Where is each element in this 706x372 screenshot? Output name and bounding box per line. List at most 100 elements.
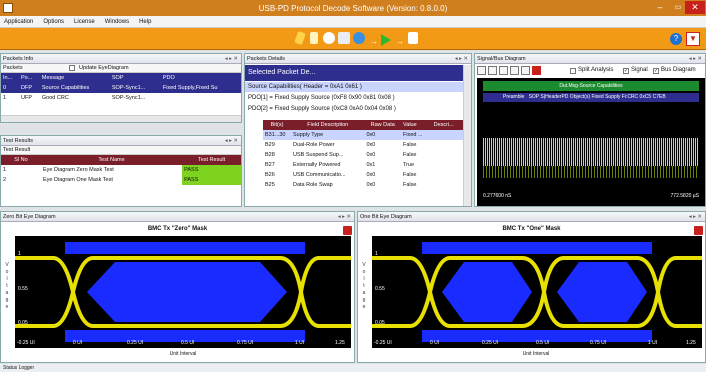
col-raw[interactable]: Raw Data	[364, 120, 401, 130]
test-results-title: Test Results	[3, 138, 33, 144]
col-test-name[interactable]: Test Name	[41, 155, 183, 165]
camera-icon[interactable]	[343, 226, 352, 235]
table-row[interactable]: 1 Eye Diagram Zero Mask Test PASS	[1, 165, 241, 175]
col-sl-no[interactable]: Sl No	[1, 155, 41, 165]
capture-icon[interactable]	[338, 32, 350, 44]
cell	[432, 140, 463, 150]
col-value[interactable]: Value	[401, 120, 432, 130]
menu-help[interactable]: Help	[139, 19, 151, 25]
x-tick: 1.25	[335, 340, 345, 346]
bus-field-preamble: Preamble	[503, 94, 525, 100]
split-analysis-checkbox[interactable]	[570, 68, 576, 74]
report-icon[interactable]	[408, 32, 418, 44]
menu-options[interactable]: Options	[43, 19, 64, 25]
cell: Good CRC	[41, 95, 69, 101]
y-axis-label: Voltage	[362, 262, 366, 310]
signal-checkbox[interactable]: ✓	[623, 68, 629, 74]
table-row[interactable]: B29 Dual-Role Power 0x0 False	[263, 140, 463, 150]
cell: Fixed ...	[403, 132, 423, 138]
settings-icon[interactable]	[323, 32, 335, 44]
dropdown-icon[interactable]: ▼	[686, 32, 700, 46]
table-row[interactable]: B31...30 Supply Type 0x0 Fixed ...	[263, 130, 463, 140]
menu-windows[interactable]: Windows	[105, 19, 129, 25]
tree-node-pdo1[interactable]: PDO[1] = Fixed Supply Source (0xF8 0x90 …	[245, 93, 463, 103]
bus-field-payload: SOP S|HeaderPD Object(s) Fixed Supply Fi…	[528, 94, 666, 100]
y-tick: 1	[18, 251, 21, 257]
time-end: 772.5820 µS	[670, 193, 699, 199]
camera-icon[interactable]	[694, 226, 703, 235]
probe-icon[interactable]	[294, 30, 306, 46]
packets-details-title: Packets Details	[247, 56, 285, 62]
cell	[432, 160, 463, 170]
signal-plot[interactable]: Dut.Msg-Source Capabilities Preamble SOP…	[477, 78, 705, 206]
minimize-button[interactable]: –	[650, 1, 670, 14]
col-pdo[interactable]: PDO	[160, 73, 241, 83]
col-index[interactable]: In...	[1, 73, 19, 83]
zoom-in-icon[interactable]	[488, 66, 497, 75]
col-field[interactable]: Field Description	[291, 120, 365, 130]
x-tick: 1 UI	[295, 340, 305, 346]
close-button[interactable]: ✕	[685, 1, 705, 14]
table-row[interactable]: 1 UFP Good CRC SOP-Sync1...	[1, 93, 241, 103]
menu-license[interactable]: License	[74, 19, 95, 25]
y-tick: 1	[375, 251, 378, 257]
cell: 1	[3, 167, 7, 173]
status-logger[interactable]: Status Logger	[0, 364, 706, 372]
pane-controls[interactable]: ◂ ▸ ✕	[689, 54, 702, 64]
zero-eye-mask-title: BMC Tx "Zero" Mask	[147, 226, 208, 232]
test-result-subheader: Test Result	[1, 146, 241, 155]
cell: B27	[265, 162, 275, 168]
cell: DFP	[18, 83, 40, 93]
y-axis-label: Voltage	[5, 262, 9, 310]
table-row[interactable]: B26 USB Communicatio... 0x0 False	[263, 170, 463, 180]
packets-label: Packets	[3, 65, 23, 71]
cursor-icon[interactable]	[521, 66, 530, 75]
col-port[interactable]: Po...	[18, 73, 40, 83]
col-desc[interactable]: Descri...	[431, 120, 463, 130]
col-bits[interactable]: Bit(s)	[263, 120, 291, 130]
arrow-icon: →	[370, 37, 378, 46]
zoom-fit-icon[interactable]	[510, 66, 519, 75]
zero-eye-plot[interactable]: 1 0.55 0.05 -0.25 UI 0 UI 0.25 UI 0.5 UI…	[15, 236, 351, 348]
pass-badge: PASS	[182, 175, 241, 185]
col-test-result[interactable]: Test Result	[182, 155, 241, 165]
play-icon[interactable]	[381, 34, 391, 46]
horizontal-scrollbar[interactable]	[1, 115, 241, 122]
menu-application[interactable]: Application	[4, 19, 33, 25]
tree-node-pdo2[interactable]: PDO[2] = Fixed Supply Source (0xC8 0xA0 …	[245, 104, 463, 114]
x-axis-label: Unit Interval	[169, 351, 197, 357]
camera-icon[interactable]	[532, 66, 541, 75]
update-eye-checkbox[interactable]	[69, 65, 75, 71]
col-message[interactable]: Message	[39, 73, 110, 83]
pane-controls[interactable]: ◂ ▸ ✕	[455, 54, 468, 64]
cell: Dual-Role Power	[293, 142, 335, 148]
table-row[interactable]: 0 DFP Source Capabilities SOP-Sync1... Fixed…	[1, 83, 241, 93]
cell: 1	[3, 95, 7, 101]
cell: B25	[265, 182, 275, 188]
table-row[interactable]: B28 USB Suspend Sup... 0x0 False	[263, 150, 463, 160]
x-tick: -0.25 UI	[374, 340, 392, 346]
tool-icon[interactable]	[310, 32, 318, 44]
table-row[interactable]: 2 Eye Diagram One Mask Test PASS	[1, 175, 241, 185]
cell: Source Capabilities	[39, 83, 110, 93]
col-sop[interactable]: SOP	[109, 73, 161, 83]
pointer-icon[interactable]	[477, 66, 486, 75]
zoom-out-icon[interactable]	[499, 66, 508, 75]
run-circle-icon[interactable]	[353, 32, 365, 44]
pane-controls[interactable]: ◂ ▸ ✕	[225, 54, 238, 64]
one-eye-plot[interactable]: 1 0.55 0.05 -0.25 UI 0 UI 0.25 UI 0.5 UI…	[372, 236, 702, 348]
pane-controls[interactable]: ◂ ▸ ✕	[225, 136, 238, 146]
zero-eye-svg	[15, 242, 351, 342]
tree-node-source-caps[interactable]: Source Capabilities( Header = 0xA1 0x61 …	[245, 82, 463, 92]
x-tick: 0.5 UI	[536, 340, 550, 346]
x-tick: 0.25 UI	[127, 340, 144, 346]
bus-diagram-checkbox[interactable]: ✓	[653, 68, 659, 74]
table-row[interactable]: B27 Externally Powered 0x1 True	[263, 160, 463, 170]
pane-controls[interactable]: ◂ ▸ ✕	[689, 212, 702, 222]
help-icon[interactable]: ?	[670, 33, 682, 45]
y-tick: 0.55	[375, 286, 385, 292]
table-row[interactable]: B25 Data Role Swap 0x0 False	[263, 180, 463, 190]
packets-table: In... Po... Message SOP PDO 0 DFP Source Capab…	[1, 73, 241, 103]
vertical-scrollbar[interactable]	[463, 65, 471, 206]
pane-controls[interactable]: ◂ ▸ ✕	[338, 212, 351, 222]
